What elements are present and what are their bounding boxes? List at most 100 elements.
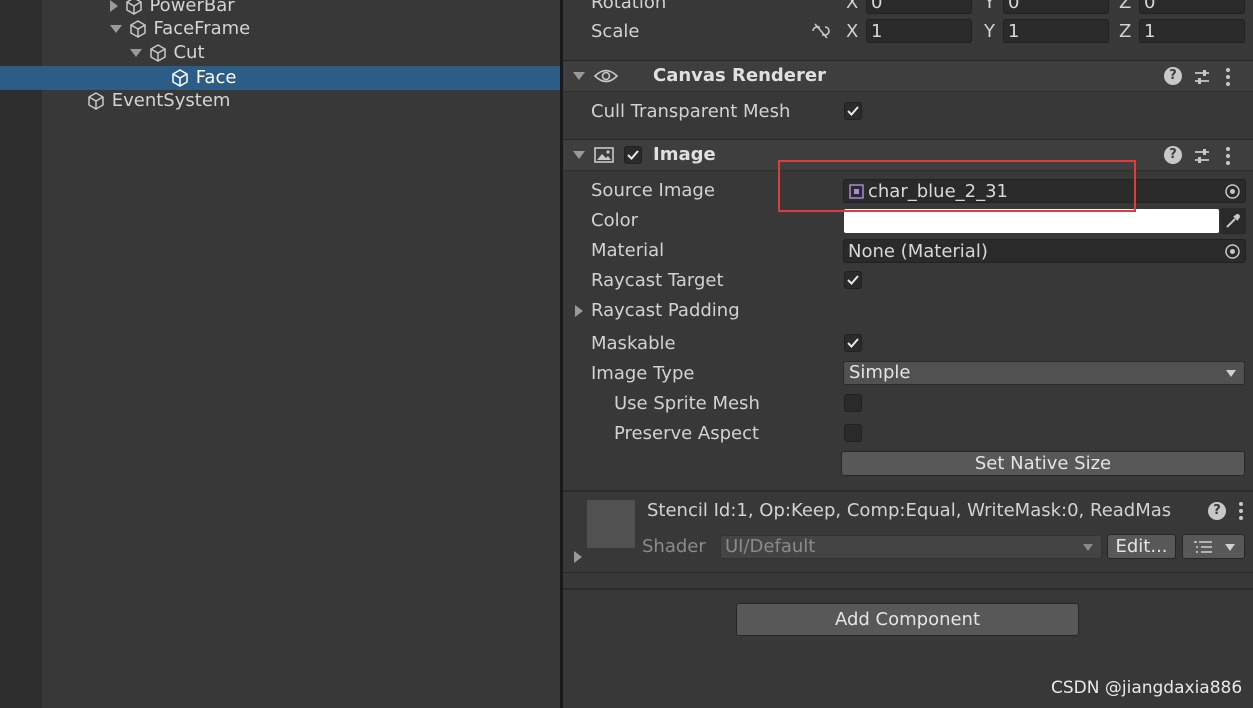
hierarchy-item-label: FaceFrame: [153, 18, 251, 39]
shader-dropdown[interactable]: UI/Default: [720, 535, 1102, 559]
cull-transparent-mesh-label: Cull Transparent Mesh: [591, 101, 791, 122]
more-options-icon[interactable]: [1238, 501, 1244, 521]
presets-icon[interactable]: [1193, 68, 1211, 86]
rotation-z-axis: Z: [1119, 0, 1132, 13]
scale-label: Scale: [591, 21, 640, 42]
separator: [563, 490, 1253, 492]
source-image-label: Source Image: [591, 180, 715, 201]
scale-z-axis: Z: [1119, 21, 1132, 42]
dropdown-arrow-icon: [1225, 544, 1235, 551]
hierarchy-item-eventsystem[interactable]: EventSystem: [86, 89, 230, 113]
expand-arrow-icon[interactable]: [575, 305, 583, 317]
object-picker-icon[interactable]: [1224, 243, 1241, 260]
shader-options-button[interactable]: [1182, 534, 1245, 559]
dropdown-arrow-icon: [1083, 544, 1093, 551]
preserve-aspect-checkbox[interactable]: [844, 424, 862, 442]
expand-arrow-icon[interactable]: [574, 551, 582, 563]
image-component-icon: [594, 147, 614, 163]
use-sprite-mesh-checkbox[interactable]: [844, 394, 862, 412]
edit-shader-button[interactable]: Edit...: [1107, 534, 1176, 559]
raycast-padding-label[interactable]: Raycast Padding: [591, 300, 740, 322]
checkmark-icon: [847, 275, 859, 285]
collapse-arrow-icon[interactable]: [130, 49, 142, 57]
object-picker-icon[interactable]: [1224, 183, 1241, 200]
add-component-button[interactable]: Add Component: [736, 603, 1079, 636]
scale-z-field[interactable]: 1: [1139, 19, 1245, 43]
shader-label: Shader: [642, 536, 706, 557]
hierarchy-item-cut[interactable]: Cut: [130, 41, 205, 65]
hierarchy-item-label: PowerBar: [149, 0, 235, 16]
eye-icon: [593, 69, 619, 83]
scale-y-field[interactable]: 1: [1003, 19, 1109, 43]
eyedropper-button[interactable]: [1220, 208, 1246, 234]
rotation-label: Rotation: [591, 0, 667, 13]
canvas-renderer-header[interactable]: Canvas Renderer ?: [563, 60, 1253, 92]
selection-highlight: [0, 66, 560, 90]
color-label: Color: [591, 210, 638, 231]
rotation-y-axis: Y: [984, 0, 995, 13]
more-options-icon[interactable]: [1225, 67, 1231, 87]
list-icon: [1194, 541, 1212, 553]
rotation-x-axis: X: [846, 0, 859, 13]
expand-arrow-icon[interactable]: [110, 0, 118, 12]
checkmark-icon: [847, 106, 859, 116]
component-title: Image: [653, 144, 716, 165]
image-enabled-checkbox[interactable]: [624, 146, 642, 164]
scale-x-field[interactable]: 1: [866, 19, 972, 43]
dropdown-arrow-icon: [1226, 370, 1236, 377]
hierarchy-item-face[interactable]: Face: [170, 66, 236, 90]
rotation-y-field[interactable]: 0: [1003, 0, 1109, 14]
gameobject-icon: [129, 20, 146, 38]
gameobject-icon: [149, 44, 166, 62]
set-native-size-button[interactable]: Set Native Size: [841, 451, 1245, 476]
preserve-aspect-label: Preserve Aspect: [614, 423, 760, 444]
help-icon[interactable]: ?: [1208, 502, 1226, 520]
stencil-info: Stencil Id:1, Op:Keep, Comp:Equal, Write…: [647, 500, 1172, 521]
material-label: Material: [591, 240, 665, 261]
separator: [563, 588, 1253, 590]
raycast-target-label: Raycast Target: [591, 270, 724, 291]
checkmark-icon: [847, 338, 859, 348]
color-swatch[interactable]: [844, 209, 1219, 233]
help-icon[interactable]: ?: [1164, 146, 1182, 164]
separator: [563, 572, 1253, 573]
hierarchy-item-label: Face: [195, 67, 237, 88]
watermark: CSDN @jiangdaxia886: [1051, 678, 1243, 698]
raycast-target-checkbox[interactable]: [844, 271, 862, 289]
maskable-label: Maskable: [591, 333, 676, 354]
hierarchy-item-label: Cut: [173, 42, 205, 63]
collapse-arrow-icon[interactable]: [110, 25, 122, 33]
hierarchy-item-faceframe[interactable]: FaceFrame: [110, 17, 250, 41]
rotation-z-field[interactable]: 0: [1139, 0, 1245, 14]
unlinked-scale-icon[interactable]: [810, 22, 832, 40]
gameobject-icon: [88, 92, 104, 110]
maskable-checkbox[interactable]: [844, 334, 862, 352]
image-type-value: Simple: [849, 362, 911, 383]
component-title: Canvas Renderer: [653, 65, 826, 86]
hierarchy-item-label: EventSystem: [111, 90, 231, 111]
hierarchy-item-powerbar[interactable]: PowerBar: [110, 0, 235, 18]
fold-arrow-icon[interactable]: [573, 72, 585, 80]
cull-transparent-mesh-checkbox[interactable]: [844, 102, 862, 120]
image-type-label: Image Type: [591, 363, 695, 384]
gameobject-icon: [172, 69, 188, 87]
use-sprite-mesh-label: Use Sprite Mesh: [614, 393, 760, 414]
presets-icon[interactable]: [1193, 147, 1211, 165]
gameobject-icon: [125, 0, 142, 15]
fold-arrow-icon[interactable]: [573, 151, 585, 159]
hierarchy-panel: [0, 0, 560, 708]
scale-x-axis: X: [846, 21, 859, 42]
more-options-icon[interactable]: [1225, 146, 1231, 166]
eyedropper-icon: [1226, 214, 1240, 228]
rotation-x-field[interactable]: 0: [866, 0, 972, 14]
hierarchy-gutter: [0, 0, 42, 708]
material-value: None (Material): [848, 241, 988, 262]
material-preview-swatch: [587, 500, 635, 548]
help-icon[interactable]: ?: [1164, 67, 1182, 85]
highlight-annotation: [778, 160, 1136, 212]
material-field[interactable]: None (Material): [843, 239, 1246, 263]
checkmark-icon: [627, 150, 639, 160]
scale-y-axis: Y: [984, 21, 995, 42]
shader-value: UI/Default: [725, 536, 816, 557]
image-type-dropdown[interactable]: Simple: [843, 361, 1245, 385]
